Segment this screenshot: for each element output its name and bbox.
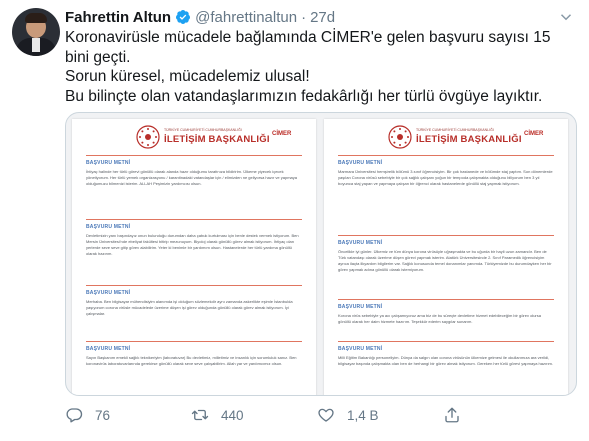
heart-icon [318, 408, 334, 422]
section-divider [86, 155, 302, 156]
section-title: BAŞVURU METNİ [86, 290, 131, 296]
section-title: BAŞVURU METNİ [338, 346, 383, 352]
retweet-button[interactable]: 440 [191, 406, 244, 424]
author-name[interactable]: Fahrettin Altun [65, 9, 171, 26]
reply-count: 76 [95, 407, 111, 423]
document-section: BAŞVURU METNİ İhtiyaç halinde her türlü … [86, 155, 302, 187]
author-avatar[interactable] [12, 8, 60, 56]
chevron-down-icon[interactable] [557, 8, 575, 26]
document-section: BAŞVURU METNİ Korona virüs sebebiyle ya … [338, 299, 554, 325]
tweet-actions: 76 440 1,4 B [65, 406, 575, 430]
section-divider [86, 341, 302, 342]
document-org-subtitle: TÜRKİYE CUMHURİYETİ CUMHURBAŞKANLIĞI [164, 128, 242, 132]
avatar-shirt [32, 38, 40, 52]
verified-badge-icon [176, 10, 191, 24]
tweet-line: Koronavirüsle mücadele bağlamında CİMER'… [65, 29, 551, 66]
section-body: Devletimizin yanı başındayız onun bulund… [86, 233, 299, 256]
section-body: Sayın Başkanım emekli sağlık teknikeriyi… [86, 355, 297, 366]
reply-button[interactable]: 76 [65, 406, 110, 424]
section-divider [86, 219, 302, 220]
document-org-name: İLETİŞİM BAŞKANLIĞI [164, 134, 270, 145]
tweet-media-image[interactable]: TÜRKİYE CUMHURİYETİ CUMHURBAŞKANLIĞI İLE… [65, 112, 577, 396]
share-icon [445, 407, 459, 423]
section-divider [338, 235, 554, 236]
retweet-icon [191, 409, 209, 421]
presidency-emblem-icon [136, 125, 160, 149]
section-body: Milli Eğitim Bakanlığı personeliyim. Dün… [338, 355, 553, 366]
section-title: BAŞVURU METNİ [338, 304, 383, 310]
section-title: BAŞVURU METNİ [86, 346, 131, 352]
section-body: İhtiyaç halinde her türlü görevi gönüllü… [86, 169, 297, 186]
section-body: Korona virüs sebebiyle ya acı çalışamıyo… [338, 313, 541, 324]
tweet-time[interactable]: 27d [310, 9, 335, 26]
document-section: BAŞVURU METNİ Devletimizin yanı başınday… [86, 219, 302, 257]
section-body: Merhaba. Ben bilgisayar mühendisiyim ala… [86, 299, 293, 316]
tweet-header: Fahrettin Altun @fahrettinaltun · 27d [65, 7, 335, 27]
presidency-emblem-icon [388, 125, 412, 149]
document-section: BAŞVURU METNİ Marmara Üniversitesi hemşi… [338, 155, 554, 187]
author-handle[interactable]: @fahrettinaltun [195, 9, 297, 26]
tweet-card: Fahrettin Altun @fahrettinaltun · 27d Ko… [0, 0, 589, 441]
section-body: Marmara Üniversitesi hemşirelik bölümü 3… [338, 169, 553, 186]
section-divider [338, 155, 554, 156]
retweet-count: 440 [221, 407, 244, 423]
like-count: 1,4 B [347, 407, 379, 423]
section-title: BAŞVURU METNİ [86, 160, 131, 166]
reply-icon [66, 408, 83, 423]
document-org-name: İLETİŞİM BAŞKANLIĞI [416, 134, 522, 145]
document-page-right: TÜRKİYE CUMHURİYETİ CUMHURBAŞKANLIĞI İLE… [324, 119, 568, 395]
like-button[interactable]: 1,4 B [317, 406, 379, 424]
section-divider [338, 299, 554, 300]
document-section: BAŞVURU METNİ Milli Eğitim Bakanlığı per… [338, 341, 554, 367]
section-divider [86, 285, 302, 286]
section-divider [338, 341, 554, 342]
document-org-subtitle: TÜRKİYE CUMHURİYETİ CUMHURBAŞKANLIĞI [416, 128, 494, 132]
section-body: Öncelikle iyi günler. Ülkemiz ve tüm dün… [338, 249, 552, 272]
share-button[interactable] [443, 406, 461, 424]
cimer-logo: CİMER [524, 131, 544, 137]
document-section: BAŞVURU METNİ Öncelikle iyi günler. Ülke… [338, 235, 554, 273]
cimer-logo: CİMER [272, 131, 292, 137]
section-title: BAŞVURU METNİ [86, 224, 131, 230]
header-separator: · [301, 8, 307, 26]
document-section: BAŞVURU METNİ Merhaba. Ben bilgisayar mü… [86, 285, 302, 317]
section-title: BAŞVURU METNİ [338, 160, 383, 166]
section-title: BAŞVURU METNİ [338, 240, 383, 246]
avatar-hair [25, 13, 47, 23]
document-section: BAŞVURU METNİ Sayın Başkanım emekli sağl… [86, 341, 302, 367]
tweet-text: Koronavirüsle mücadele bağlamında CİMER'… [65, 28, 575, 106]
tweet-line: Sorun küresel, mücadelemiz ulusal! [65, 68, 310, 85]
document-page-left: TÜRKİYE CUMHURİYETİ CUMHURBAŞKANLIĞI İLE… [72, 119, 316, 395]
tweet-line: Bu bilinçte olan vatandaşlarımızın fedak… [65, 87, 543, 105]
